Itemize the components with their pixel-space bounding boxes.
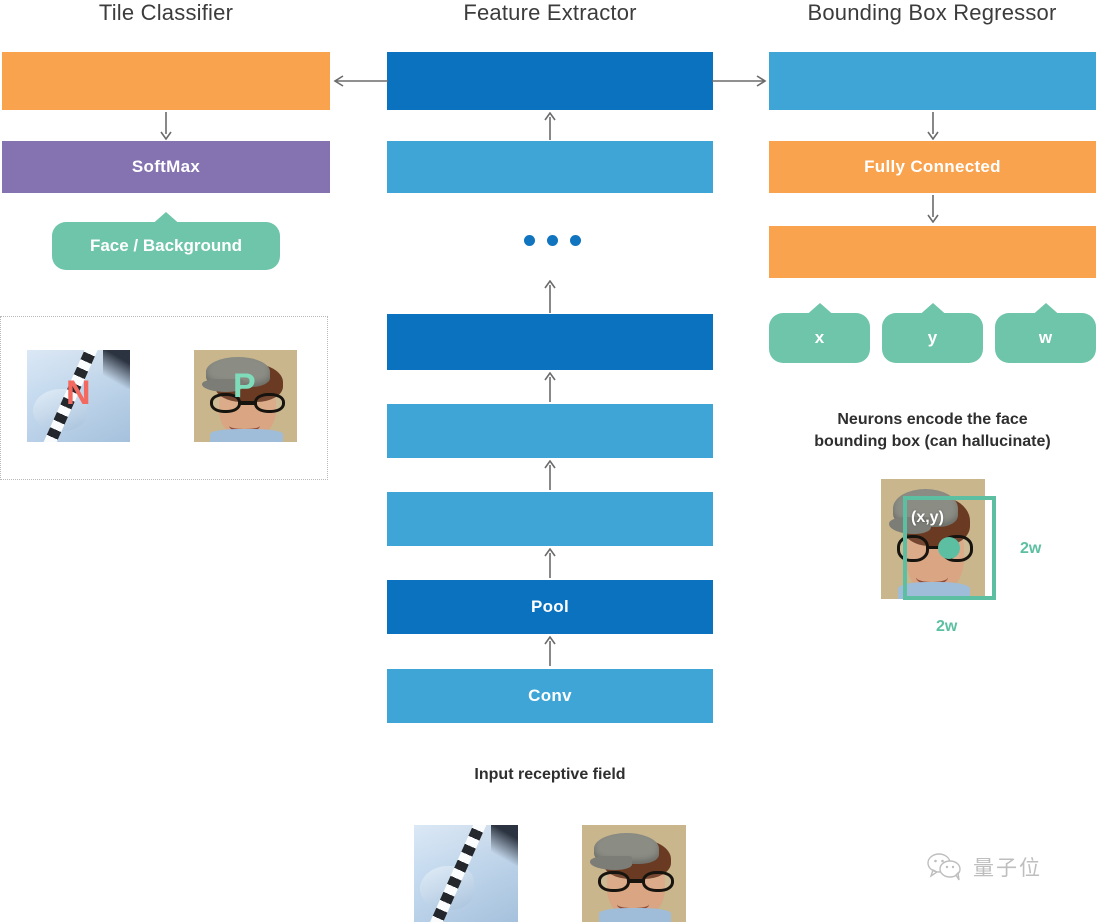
face-collar-shape xyxy=(210,429,283,442)
neuron-badge-w: w xyxy=(995,303,1096,363)
neuron-badge-y: y xyxy=(882,303,983,363)
wechat-icon xyxy=(927,853,961,881)
feature-extractor-layer-pool: Pool xyxy=(387,580,713,634)
feature-extractor-layer-3 xyxy=(387,404,713,458)
badge-label: y xyxy=(882,313,983,363)
input-receptive-field-caption: Input receptive field xyxy=(474,766,626,783)
arrow-fc-to-output-layer xyxy=(927,195,939,223)
output-badge-face-background: Face / Background xyxy=(52,212,280,270)
arrow-fe-layer1-to-layer0 xyxy=(544,112,556,140)
arrow-center-to-tile-classifier xyxy=(333,75,388,87)
shirt-dark-corner-shape xyxy=(103,350,130,389)
tile-classifier-layer-0 xyxy=(2,52,330,110)
badge-label: w xyxy=(995,313,1096,363)
ellipsis-dot xyxy=(547,235,558,246)
arrow-tile-layer0-to-softmax xyxy=(160,112,172,140)
input-tile-positive xyxy=(582,825,686,922)
glasses-lens-left xyxy=(598,870,630,892)
glasses-lens-right xyxy=(253,393,286,414)
arrow-center-to-bbox-regressor xyxy=(712,75,767,87)
watermark-text: 量子位 xyxy=(973,856,1042,880)
badge-label: Face / Background xyxy=(52,222,280,270)
arrow-fe-layer4-to-layer3 xyxy=(544,460,556,490)
column-title-tile-classifier: Tile Classifier xyxy=(98,0,234,25)
column-title-bbox-regressor: Bounding Box Regressor xyxy=(807,0,1057,25)
ellipsis-dot xyxy=(570,235,581,246)
face-collar-shape xyxy=(598,908,672,922)
arrow-fe-layer2-to-ellipsis xyxy=(544,280,556,313)
bbox-regressor-layer-fully-connected: Fully Connected xyxy=(769,141,1096,193)
glasses-lens-right xyxy=(642,870,674,892)
tile-label-positive: P xyxy=(233,367,256,405)
bbox-height-label: 2w xyxy=(1020,540,1042,557)
feature-extractor-layer-1 xyxy=(387,141,713,193)
feature-extractor-layer-conv: Conv xyxy=(387,669,713,723)
shirt-dark-corner-shape xyxy=(490,825,518,866)
neuron-badge-x: x xyxy=(769,303,870,363)
glasses-bridge xyxy=(628,879,644,883)
feature-extractor-ellipsis-icon xyxy=(524,235,581,246)
tile-label-negative: N xyxy=(66,374,91,412)
arrow-pool-to-layer4 xyxy=(544,548,556,578)
diagram-canvas: Tile Classifier Feature Extractor Boundi… xyxy=(0,0,1096,922)
bbox-center-label: (x,y) xyxy=(911,509,944,526)
column-title-feature-extractor: Feature Extractor xyxy=(463,0,637,25)
face-glasses-icon xyxy=(597,870,676,892)
feature-extractor-layer-2 xyxy=(387,314,713,370)
bbox-regressor-layer-output xyxy=(769,226,1096,278)
bbox-regressor-caption-line1: Neurons encode the face xyxy=(837,411,1028,428)
arrow-conv-to-pool xyxy=(544,636,556,666)
watermark: 量子位 xyxy=(925,852,1042,882)
face-cap-brim-shape xyxy=(590,856,632,870)
bbox-width-label: 2w xyxy=(936,618,958,635)
bbox-regressor-caption-line2: bounding box (can hallucinate) xyxy=(814,433,1051,450)
input-tile-negative xyxy=(414,825,518,922)
feature-extractor-layer-4 xyxy=(387,492,713,546)
feature-extractor-layer-0 xyxy=(387,52,713,110)
tile-classifier-layer-softmax: SoftMax xyxy=(2,141,330,193)
ellipsis-dot xyxy=(524,235,535,246)
arrow-bbox-layer0-to-fc xyxy=(927,112,939,140)
badge-label: x xyxy=(769,313,870,363)
bbox-regressor-layer-0 xyxy=(769,52,1096,110)
bbox-center-dot xyxy=(938,537,960,559)
arrow-fe-layer3-to-layer2 xyxy=(544,372,556,402)
